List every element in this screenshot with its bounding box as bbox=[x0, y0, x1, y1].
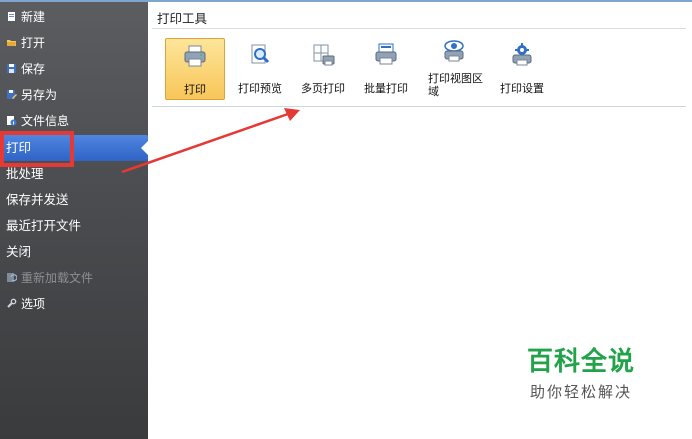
group-title: 打印工具 bbox=[157, 11, 208, 26]
batch-print-icon bbox=[375, 43, 397, 65]
print-preview-label: 打印预览 bbox=[238, 82, 282, 95]
sidebar-item-reload: 重新加载文件 bbox=[0, 265, 148, 291]
sidebar-item-save[interactable]: 保存 bbox=[0, 56, 148, 82]
print-settings-label: 打印设置 bbox=[500, 82, 544, 95]
print-button[interactable]: 打印 bbox=[165, 38, 225, 100]
sidebar-item-label: 选项 bbox=[21, 297, 46, 311]
sidebar-item-new[interactable]: 新建 bbox=[0, 4, 148, 30]
sidebar-item-label: 批处理 bbox=[6, 166, 44, 181]
file-info-icon bbox=[6, 109, 17, 126]
sidebar-item-label: 重新加载文件 bbox=[21, 271, 94, 285]
watermark-subtitle: 助你轻松解决 bbox=[529, 383, 632, 401]
group-divider bbox=[152, 28, 686, 29]
ribbon-divider bbox=[152, 106, 686, 107]
save-icon bbox=[6, 57, 17, 73]
multi-page-print-icon bbox=[313, 44, 335, 66]
new-file-icon bbox=[6, 5, 17, 21]
sidebar-item-save-as[interactable]: 另存为 bbox=[0, 82, 148, 108]
sidebar-item-label: 保存并发送 bbox=[6, 192, 69, 207]
sidebar-item-print[interactable]: 打印 bbox=[0, 135, 148, 161]
multi-page-print-label: 多页打印 bbox=[301, 82, 345, 95]
print-button-label: 打印 bbox=[184, 83, 206, 96]
reload-file-icon bbox=[6, 266, 18, 282]
sidebar-item-close[interactable]: 关闭 bbox=[0, 239, 148, 265]
print-settings-icon bbox=[512, 43, 532, 66]
print-preview-button[interactable]: 打印预览 bbox=[232, 38, 288, 100]
print-view-area-icon bbox=[444, 40, 464, 62]
sidebar-item-file-info[interactable]: 文件信息 bbox=[0, 108, 148, 134]
print-view-area-button[interactable]: 打印视图区域 bbox=[422, 38, 486, 100]
options-icon bbox=[6, 292, 17, 308]
folder-open-icon bbox=[6, 31, 17, 46]
sidebar-item-save-and-send[interactable]: 保存并发送 bbox=[0, 187, 148, 213]
print-settings-button[interactable]: 打印设置 bbox=[494, 38, 550, 100]
sidebar-item-label: 保存 bbox=[21, 62, 46, 76]
watermark: 百科全说 助你轻松解决 bbox=[517, 347, 645, 403]
active-indicator bbox=[141, 141, 148, 155]
sidebar-item-batch[interactable]: 批处理 bbox=[0, 161, 148, 187]
watermark-title: 百科全说 bbox=[526, 347, 635, 377]
sidebar-item-label: 另存为 bbox=[21, 88, 58, 102]
save-as-icon bbox=[6, 83, 17, 99]
sidebar-item-label: 打开 bbox=[21, 36, 46, 50]
batch-print-label: 批量打印 bbox=[364, 82, 408, 95]
file-menu-sidebar: 新建 打开 保存 另存为 文件信息 打印 批处理 保存并发送 最近打开文件 关闭 bbox=[0, 2, 148, 439]
print-preview-icon bbox=[251, 44, 270, 64]
sidebar-item-label: 关闭 bbox=[6, 244, 32, 259]
print-tools-ribbon: 打印 打印预览 多页打印 批量打印 打印视图区域 打印设置 bbox=[152, 32, 686, 104]
sidebar-item-label: 打印 bbox=[6, 140, 32, 155]
sidebar-item-recent[interactable]: 最近打开文件 bbox=[0, 213, 148, 239]
sidebar-item-options[interactable]: 选项 bbox=[0, 291, 148, 317]
sidebar-item-label: 文件信息 bbox=[21, 114, 70, 128]
sidebar-item-open[interactable]: 打开 bbox=[0, 30, 148, 56]
sidebar-item-label: 最近打开文件 bbox=[6, 218, 82, 233]
printer-icon bbox=[184, 45, 206, 67]
print-view-area-label: 打印视图区域 bbox=[428, 72, 483, 98]
batch-print-button[interactable]: 批量打印 bbox=[358, 38, 414, 100]
sidebar-item-label: 新建 bbox=[21, 10, 46, 24]
multi-page-print-button[interactable]: 多页打印 bbox=[295, 38, 351, 100]
